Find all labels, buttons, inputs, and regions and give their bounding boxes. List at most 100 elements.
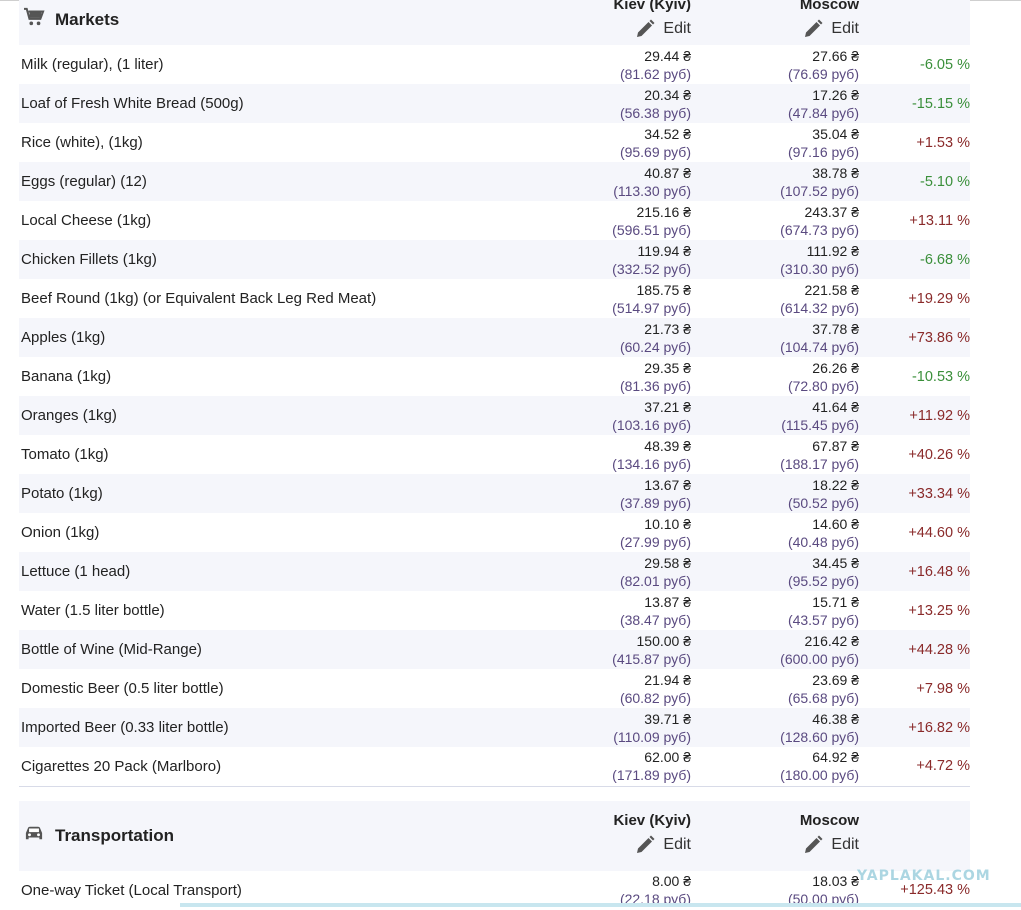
- price-rub: (188.17 руб): [780, 455, 859, 472]
- price-rub: (134.16 руб): [612, 455, 691, 472]
- moscow-price: 17.26 ₴ (47.84 руб): [691, 84, 859, 123]
- table-row: Water (1.5 liter bottle) 13.87 ₴ (38.47 ру…: [19, 591, 970, 630]
- item-name: Eggs (regular) (12): [19, 162, 534, 201]
- price-rub: (415.87 руб): [612, 650, 691, 667]
- difference-percent: +11.92 %: [859, 396, 970, 435]
- price-uah: 243.37 ₴: [804, 203, 860, 220]
- item-name: Milk (regular), (1 liter): [19, 45, 534, 84]
- price-uah: 39.71 ₴: [644, 710, 691, 727]
- kiev-price: 21.94 ₴ (60.82 руб): [534, 669, 691, 708]
- kiev-price: 150.00 ₴ (415.87 руб): [534, 630, 691, 669]
- edit-kiev-link[interactable]: Edit: [635, 835, 691, 855]
- moscow-price: 18.22 ₴ (50.52 руб): [691, 474, 859, 513]
- item-name: Domestic Beer (0.5 liter bottle): [19, 669, 534, 708]
- item-name: Bottle of Wine (Mid-Range): [19, 630, 534, 669]
- kiev-price: 48.39 ₴ (134.16 руб): [534, 435, 691, 474]
- difference-percent: +16.48 %: [859, 552, 970, 591]
- table-row: Cigarettes 20 Pack (Marlboro) 62.00 ₴ (171…: [19, 747, 970, 786]
- difference-percent: +44.28 %: [859, 630, 970, 669]
- section-title: Markets: [19, 7, 534, 32]
- price-uah: 8.00 ₴: [652, 873, 691, 889]
- edit-moscow-link[interactable]: Edit: [803, 835, 859, 855]
- edit-moscow-link[interactable]: Edit: [803, 19, 859, 39]
- price-rub: (56.38 руб): [619, 104, 691, 121]
- edit-label: Edit: [831, 836, 859, 853]
- table-row: Milk (regular), (1 liter) 29.44 ₴ (81.62 р…: [19, 45, 970, 84]
- price-rub: (50.52 руб): [787, 494, 859, 511]
- difference-percent: +13.11 %: [859, 201, 970, 240]
- kiev-price: 29.44 ₴ (81.62 руб): [534, 45, 691, 84]
- price-rub: (103.16 руб): [612, 416, 691, 433]
- table-row: Loaf of Fresh White Bread (500g) 20.34 ₴(…: [19, 84, 970, 123]
- price-rub: (110.09 руб): [613, 728, 691, 745]
- price-uah: 23.69 ₴: [812, 671, 859, 688]
- city-label-moscow: Moscow: [799, 0, 859, 13]
- item-name: Apples (1kg): [19, 318, 534, 357]
- kiev-price: 13.67 ₴ (37.89 руб): [534, 474, 691, 513]
- moscow-price: 67.87 ₴ (188.17 руб): [691, 435, 859, 474]
- price-rub: (104.74 руб): [780, 338, 859, 355]
- price-uah: 215.16 ₴: [636, 203, 692, 220]
- table-row: Imported Beer (0.33 liter bottle) 39.71 ₴…: [19, 708, 970, 747]
- kiev-price: 29.35 ₴ (81.36 руб): [534, 357, 691, 396]
- price-uah: 21.73 ₴: [644, 320, 691, 337]
- moscow-price: 37.78 ₴ (104.74 руб): [691, 318, 859, 357]
- section-title-text: Transportation: [55, 825, 175, 845]
- price-uah: 10.10 ₴: [644, 515, 691, 532]
- kiev-price: 10.10 ₴ (27.99 руб): [534, 513, 691, 552]
- moscow-price: 23.69 ₴ (65.68 руб): [691, 669, 859, 708]
- city-label-kiev: Kiev (Kyiv): [613, 812, 691, 829]
- moscow-price: 111.92 ₴ (310.30 руб): [691, 240, 859, 279]
- price-uah: 67.87 ₴: [812, 437, 859, 454]
- difference-percent: -10.53 %: [859, 357, 970, 396]
- kiev-price: 37.21 ₴ (103.16 руб): [534, 396, 691, 435]
- kiev-price: 215.16 ₴ (596.51 руб): [534, 201, 691, 240]
- moscow-price: 46.38 ₴ (128.60 руб): [691, 708, 859, 747]
- difference-percent: -5.10 %: [859, 162, 970, 201]
- kiev-price: 185.75 ₴ (514.97 руб): [534, 279, 691, 318]
- price-rub: (38.47 руб): [619, 611, 691, 628]
- price-rub: (180.00 руб): [780, 767, 859, 784]
- item-name: Local Cheese (1kg): [19, 201, 534, 240]
- moscow-price: 221.58 ₴ (614.32 руб): [691, 279, 859, 318]
- edit-kiev-link[interactable]: Edit: [635, 19, 691, 39]
- price-uah: 62.00 ₴: [644, 749, 691, 766]
- price-uah: 34.45 ₴: [812, 554, 859, 571]
- price-rub: (128.60 руб): [780, 728, 859, 745]
- item-name: Imported Beer (0.33 liter bottle): [19, 708, 534, 747]
- car-icon: [23, 824, 45, 847]
- moscow-price: 64.92 ₴ (180.00 руб): [691, 747, 859, 786]
- price-rub: (95.69 руб): [619, 143, 691, 160]
- price-uah: 119.94 ₴: [637, 242, 691, 259]
- price-rub: (596.51 руб): [612, 221, 691, 238]
- difference-percent: +40.26 %: [859, 435, 970, 474]
- price-rub: (40.48 руб): [787, 533, 859, 550]
- price-rub: (37.89 руб): [619, 494, 691, 511]
- price-uah: 111.92 ₴: [806, 242, 859, 259]
- price-uah: 13.87 ₴: [644, 593, 691, 610]
- item-name: Rice (white), (1kg): [19, 123, 534, 162]
- table-row: Chicken Fillets (1kg) 119.94 ₴ (332.52 руб…: [19, 240, 970, 279]
- item-name: Beef Round (1kg) (or Equivalent Back Leg…: [19, 279, 534, 318]
- table-row: Oranges (1kg) 37.21 ₴ (103.16 руб) 41.64 ₴(…: [19, 396, 970, 435]
- pencil-icon: [637, 19, 655, 37]
- table-row: Domestic Beer (0.5 liter bottle) 21.94 ₴(…: [19, 669, 970, 708]
- price-uah: 46.38 ₴: [812, 710, 859, 727]
- difference-percent: +33.34 %: [859, 474, 970, 513]
- kiev-price: 29.58 ₴ (82.01 руб): [534, 552, 691, 591]
- table-row: Local Cheese (1kg) 215.16 ₴ (596.51 руб) 24…: [19, 201, 970, 240]
- price-uah: 18.22 ₴: [812, 476, 859, 493]
- transportation-section-header: Transportation Kiev (Kyiv) Edit Moscow E…: [19, 800, 970, 871]
- price-rub: (65.68 руб): [787, 689, 859, 706]
- price-uah: 21.94 ₴: [644, 671, 691, 688]
- moscow-price: 41.64 ₴ (115.45 руб): [691, 396, 859, 435]
- moscow-price: 27.66 ₴ (76.69 руб): [691, 45, 859, 84]
- price-uah: 35.04 ₴: [812, 125, 859, 142]
- difference-percent: +16.82 %: [859, 708, 970, 747]
- difference-percent: +7.98 %: [859, 669, 970, 708]
- price-rub: (47.84 руб): [787, 104, 859, 121]
- price-uah: 38.78 ₴: [812, 164, 859, 181]
- kiev-price: 62.00 ₴ (171.89 руб): [534, 747, 691, 786]
- moscow-price: 216.42 ₴ (600.00 руб): [691, 630, 859, 669]
- difference-percent: +13.25 %: [859, 591, 970, 630]
